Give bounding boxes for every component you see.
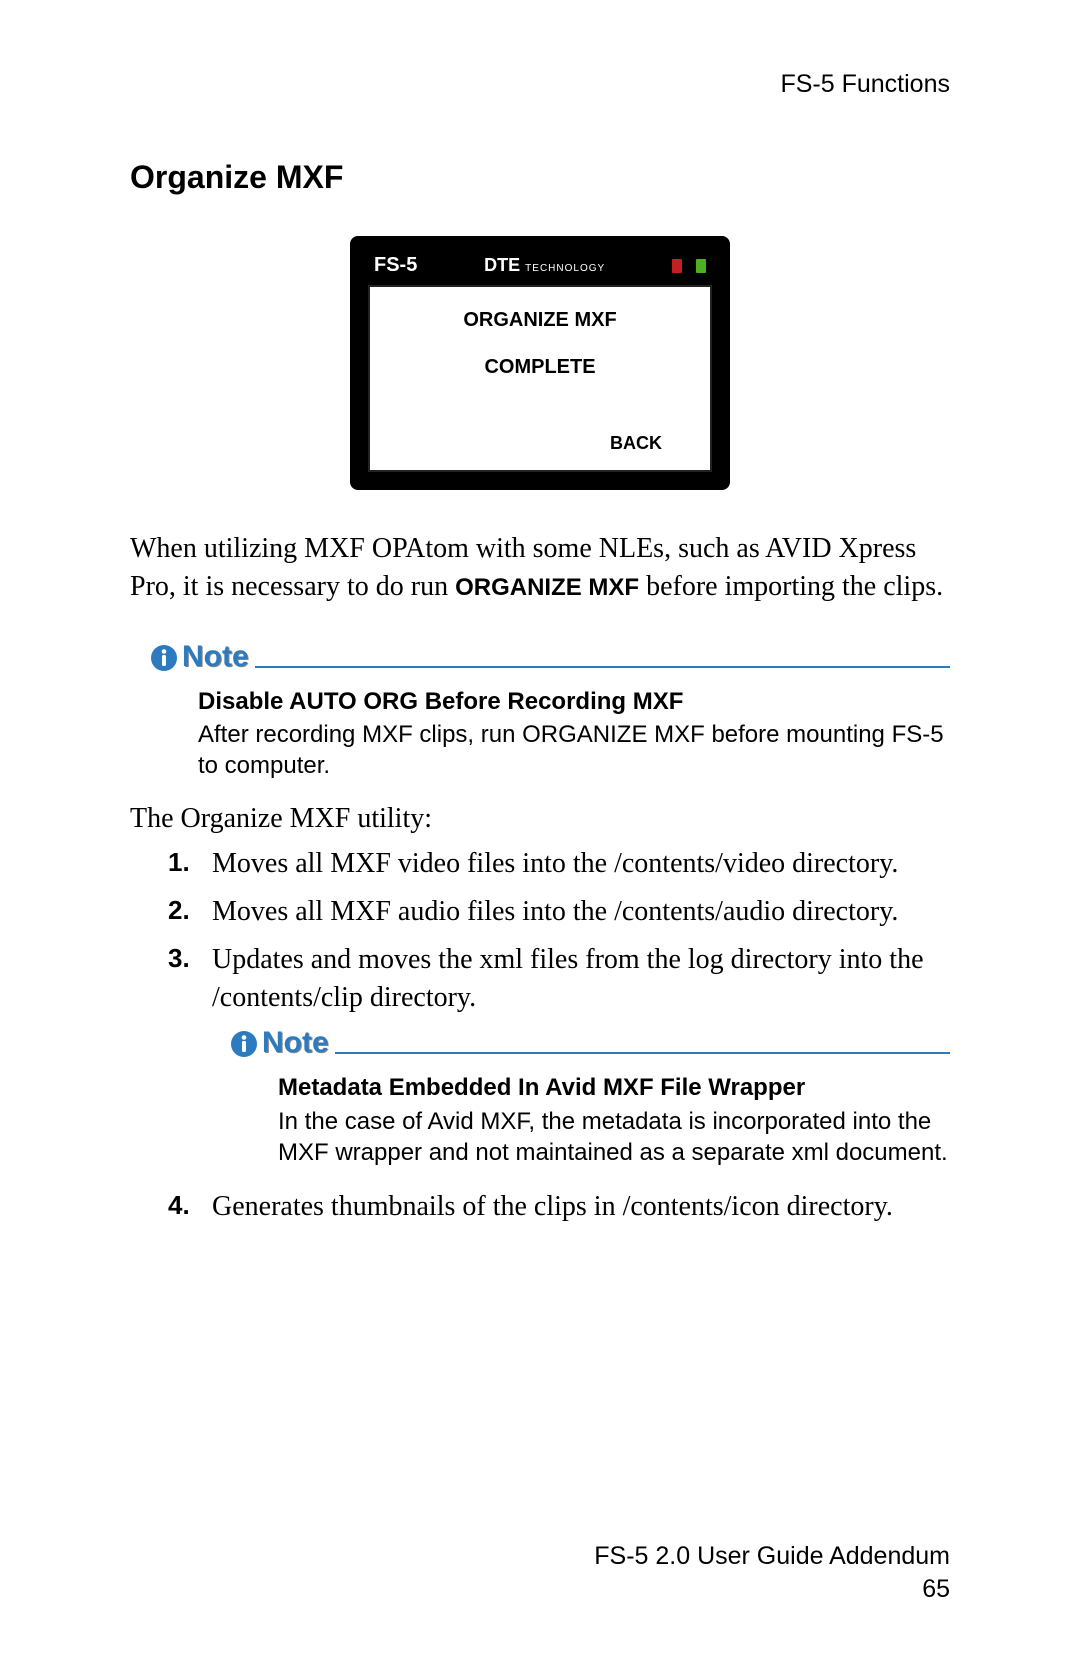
list-item: 2. Moves all MXF audio files into the /c… (168, 893, 950, 931)
led-green-icon (696, 259, 706, 273)
device-tech-prefix: DTE (484, 255, 520, 275)
intro-bold-term: ORGANIZE MXF (455, 574, 639, 601)
list-intro: The Organize MXF utility: (130, 803, 950, 835)
utility-list: 1. Moves all MXF video files into the /c… (168, 845, 950, 1016)
note-1-header: Note (150, 640, 950, 676)
screen-line-1: ORGANIZE MXF (388, 309, 692, 332)
led-red-icon (672, 259, 682, 273)
list-number: 4. (168, 1188, 196, 1226)
info-icon (150, 644, 178, 672)
info-icon (230, 1030, 258, 1058)
note-2-label: Note (262, 1026, 329, 1060)
device-figure: FS-5 DTE TECHNOLOGY ORGANIZE MXF COMPLET… (350, 236, 730, 490)
device-bezel-top: FS-5 DTE TECHNOLOGY (358, 244, 722, 285)
note-2: Note Metadata Embedded In Avid MXF File … (230, 1026, 950, 1168)
note-1-body: Disable AUTO ORG Before Recording MXF Af… (150, 676, 950, 782)
note-1-label: Note (182, 640, 249, 674)
section-header: FS-5 Functions (130, 70, 950, 99)
note-2-rule (335, 1052, 950, 1054)
list-text: Moves all MXF audio files into the /cont… (212, 893, 950, 931)
list-item: 3. Updates and moves the xml files from … (168, 941, 950, 1017)
list-item: 4. Generates thumbnails of the clips in … (168, 1188, 950, 1226)
list-text: Updates and moves the xml files from the… (212, 941, 950, 1017)
device-tech-suffix: TECHNOLOGY (525, 263, 605, 274)
note-1-rule (255, 666, 950, 668)
device-leds (672, 259, 706, 273)
list-text: Moves all MXF video files into the /cont… (212, 845, 950, 883)
utility-list-cont: 4. Generates thumbnails of the clips in … (168, 1188, 950, 1226)
page-footer: FS-5 2.0 User Guide Addendum 65 (594, 1540, 950, 1608)
note-2-header: Note (230, 1026, 950, 1062)
note-2-body: Metadata Embedded In Avid MXF File Wrapp… (230, 1062, 950, 1168)
footer-page-number: 65 (594, 1573, 950, 1607)
intro-paragraph: When utilizing MXF OPAtom with some NLEs… (130, 530, 950, 606)
list-number: 1. (168, 845, 196, 883)
note-1-text: After recording MXF clips, run ORGANIZE … (198, 721, 944, 779)
footer-doc-title: FS-5 2.0 User Guide Addendum (594, 1540, 950, 1574)
note-1-heading: Disable AUTO ORG Before Recording MXF (198, 686, 950, 717)
note-2-heading: Metadata Embedded In Avid MXF File Wrapp… (278, 1072, 950, 1103)
list-text: Generates thumbnails of the clips in /co… (212, 1188, 950, 1226)
screen-line-2: COMPLETE (388, 356, 692, 379)
device-tech-logo: DTE TECHNOLOGY (484, 255, 605, 276)
screen-back-label: BACK (388, 433, 692, 454)
note-2-text: In the case of Avid MXF, the metadata is… (278, 1108, 948, 1166)
page-heading: Organize MXF (130, 159, 950, 196)
device-screen: ORGANIZE MXF COMPLETE BACK (368, 285, 712, 472)
list-number: 2. (168, 893, 196, 931)
device-brand: FS-5 (374, 254, 417, 277)
intro-post: before importing the clips. (639, 571, 943, 602)
list-number: 3. (168, 941, 196, 1017)
note-1: Note Disable AUTO ORG Before Recording M… (150, 640, 950, 782)
list-item: 1. Moves all MXF video files into the /c… (168, 845, 950, 883)
